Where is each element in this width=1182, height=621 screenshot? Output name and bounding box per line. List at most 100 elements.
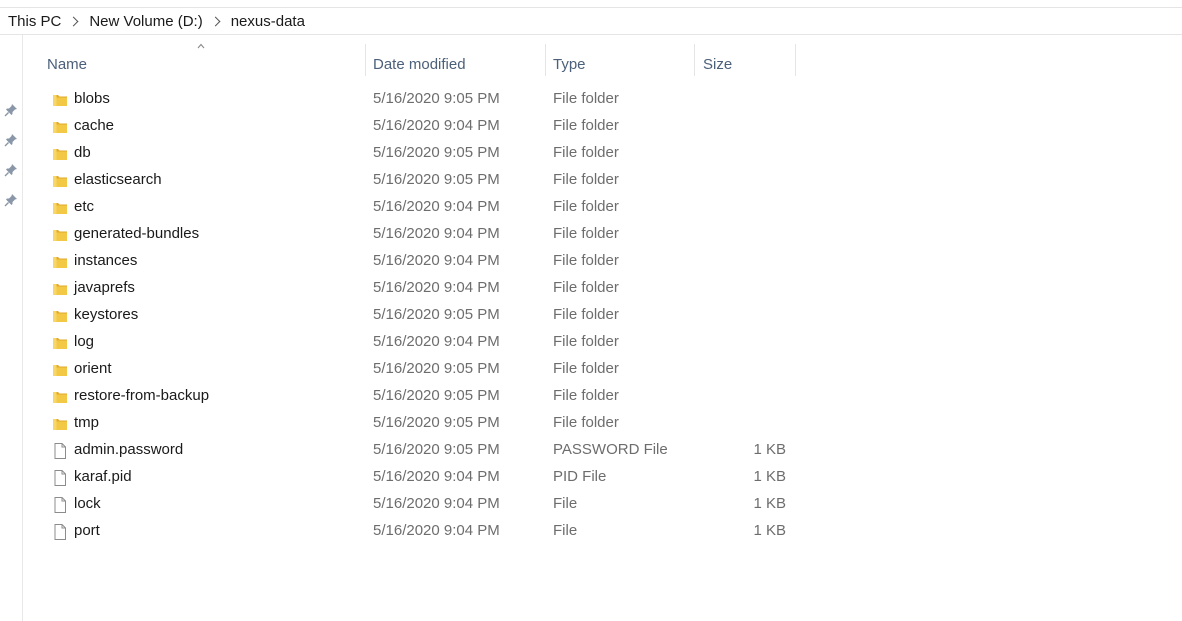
file-size [696,193,786,220]
folder-icon [52,225,68,241]
file-name: blobs [74,90,110,107]
pin-icon[interactable] [4,193,18,207]
folder-icon [52,198,68,214]
file-type: File [553,495,578,512]
column-divider[interactable] [365,44,366,76]
file-size [696,166,786,193]
file-date-modified: 5/16/2020 9:05 PM [373,171,500,188]
breadcrumb-this-pc[interactable]: This PC [8,13,61,30]
file-size [696,247,786,274]
file-date-modified: 5/16/2020 9:05 PM [373,144,500,161]
file-row[interactable]: cache 5/16/2020 9:04 PM File folder [23,112,1182,139]
column-divider[interactable] [545,44,546,76]
file-size: 1 KB [753,468,786,485]
file-icon [52,468,68,486]
folder-icon [52,333,68,349]
file-name: elasticsearch [74,171,162,188]
file-row[interactable]: keystores 5/16/2020 9:05 PM File folder [23,301,1182,328]
file-row[interactable]: karaf.pid 5/16/2020 9:04 PM PID File 1 KB [23,463,1182,490]
file-row[interactable]: tmp 5/16/2020 9:05 PM File folder [23,409,1182,436]
file-row[interactable]: generated-bundles 5/16/2020 9:04 PM File f… [23,220,1182,247]
file-date-modified: 5/16/2020 9:04 PM [373,198,500,215]
file-size [696,85,786,112]
file-date-modified: 5/16/2020 9:04 PM [373,117,500,134]
breadcrumb-nexus-data[interactable]: nexus-data [231,13,305,30]
file-type: File folder [553,387,619,404]
file-date-modified: 5/16/2020 9:04 PM [373,333,500,350]
folder-icon [52,90,68,106]
folder-icon [52,306,68,322]
file-type: File [553,522,578,539]
pin-icon[interactable] [4,163,18,177]
column-header-size[interactable]: Size [697,52,795,76]
file-date-modified: 5/16/2020 9:04 PM [373,225,500,242]
file-type: File folder [553,144,619,161]
file-row[interactable]: lock 5/16/2020 9:04 PM File 1 KB [23,490,1182,517]
file-row[interactable]: etc 5/16/2020 9:04 PM File folder [23,193,1182,220]
file-date-modified: 5/16/2020 9:05 PM [373,414,500,431]
file-row[interactable]: db 5/16/2020 9:05 PM File folder [23,139,1182,166]
folder-icon [52,171,68,187]
column-header-name[interactable]: Name [41,52,365,76]
pin-icon[interactable] [4,133,18,147]
file-size [696,382,786,409]
file-row[interactable]: admin.password 5/16/2020 9:05 PM PASSWORD … [23,436,1182,463]
file-size [696,409,786,436]
file-name: lock [74,495,101,512]
folder-icon [52,144,68,160]
file-date-modified: 5/16/2020 9:05 PM [373,387,500,404]
navigation-pane [0,35,23,621]
column-divider[interactable] [694,44,695,76]
file-type: PASSWORD File [553,441,668,458]
file-row[interactable]: port 5/16/2020 9:04 PM File 1 KB [23,517,1182,544]
file-name: tmp [74,414,100,431]
file-row[interactable]: instances 5/16/2020 9:04 PM File folder [23,247,1182,274]
file-row[interactable]: log 5/16/2020 9:04 PM File folder [23,328,1182,355]
file-type: File folder [553,279,619,296]
column-header-type[interactable]: Type [547,52,694,76]
sort-ascending-icon [197,43,205,49]
column-divider[interactable] [795,44,796,76]
chevron-right-icon[interactable] [68,16,79,26]
file-name: restore-from-backup [74,387,210,404]
pin-icon[interactable] [4,103,18,117]
file-size [696,139,786,166]
folder-icon [52,387,68,403]
file-name: log [74,333,95,350]
file-row[interactable]: javaprefs 5/16/2020 9:04 PM File folder [23,274,1182,301]
file-row[interactable]: blobs 5/16/2020 9:05 PM File folder [23,85,1182,112]
file-icon [52,522,68,540]
file-size: 1 KB [753,495,786,512]
file-date-modified: 5/16/2020 9:05 PM [373,306,500,323]
file-name: db [74,144,91,161]
file-type: File folder [553,171,619,188]
file-size: 1 KB [753,441,786,458]
file-icon [52,495,68,513]
file-type: File folder [553,360,619,377]
file-size [696,301,786,328]
file-name: etc [74,198,95,215]
file-name: orient [74,360,112,377]
file-date-modified: 5/16/2020 9:05 PM [373,360,500,377]
breadcrumb-new-volume[interactable]: New Volume (D:) [89,13,202,30]
file-date-modified: 5/16/2020 9:04 PM [373,252,500,269]
file-type: File folder [553,117,619,134]
file-size [696,112,786,139]
file-name: javaprefs [74,279,135,296]
file-list: blobs 5/16/2020 9:05 PM File folder cache 5/… [23,85,1182,544]
file-row[interactable]: restore-from-backup 5/16/2020 9:05 PM File… [23,382,1182,409]
file-size [696,274,786,301]
file-name: generated-bundles [74,225,200,242]
file-row[interactable]: orient 5/16/2020 9:05 PM File folder [23,355,1182,382]
breadcrumb: This PC New Volume (D:) nexus-data [0,7,1182,35]
file-type: PID File [553,468,607,485]
folder-icon [52,117,68,133]
column-header-date-modified[interactable]: Date modified [367,52,545,76]
file-size [696,355,786,382]
file-row[interactable]: elasticsearch 5/16/2020 9:05 PM File folde… [23,166,1182,193]
file-name: cache [74,117,115,134]
file-name: port [74,522,100,539]
folder-icon [52,414,68,430]
file-type: File folder [553,252,619,269]
chevron-right-icon[interactable] [210,16,221,26]
